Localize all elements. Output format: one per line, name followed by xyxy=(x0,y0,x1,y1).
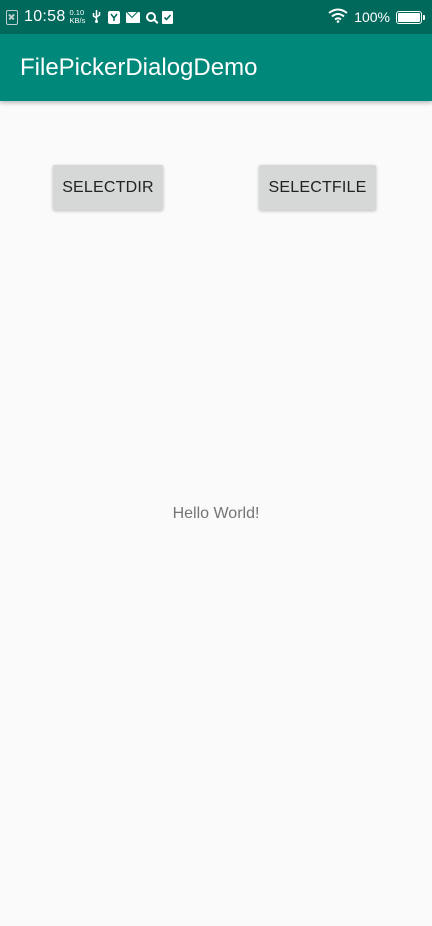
hello-world-text: Hello World! xyxy=(172,505,260,522)
sim-absent-icon xyxy=(6,9,18,25)
status-bar: 10:58 0.10 KB/s 100% xyxy=(0,0,432,34)
battery-icon xyxy=(396,10,425,24)
battery-level-fill xyxy=(398,12,420,22)
wifi-icon xyxy=(328,8,348,27)
search-icon xyxy=(146,12,157,22)
select-dir-button[interactable]: SELECTDIR xyxy=(53,165,163,210)
mail-icon xyxy=(126,11,141,23)
notification-app-icon xyxy=(108,10,121,24)
network-speed: 0.10 KB/s xyxy=(70,9,86,25)
clipboard-icon xyxy=(162,10,174,24)
status-bar-right: 100% xyxy=(328,8,425,27)
status-bar-left: 10:58 0.10 KB/s xyxy=(6,8,328,26)
battery-percent: 100% xyxy=(354,9,390,25)
app-bar: FilePickerDialogDemo xyxy=(0,34,432,101)
network-speed-unit: KB/s xyxy=(69,16,86,25)
app-title: FilePickerDialogDemo xyxy=(20,53,258,81)
usb-icon xyxy=(91,9,102,25)
status-time: 10:58 xyxy=(24,8,66,25)
select-file-button[interactable]: SELECTFILE xyxy=(259,165,376,210)
